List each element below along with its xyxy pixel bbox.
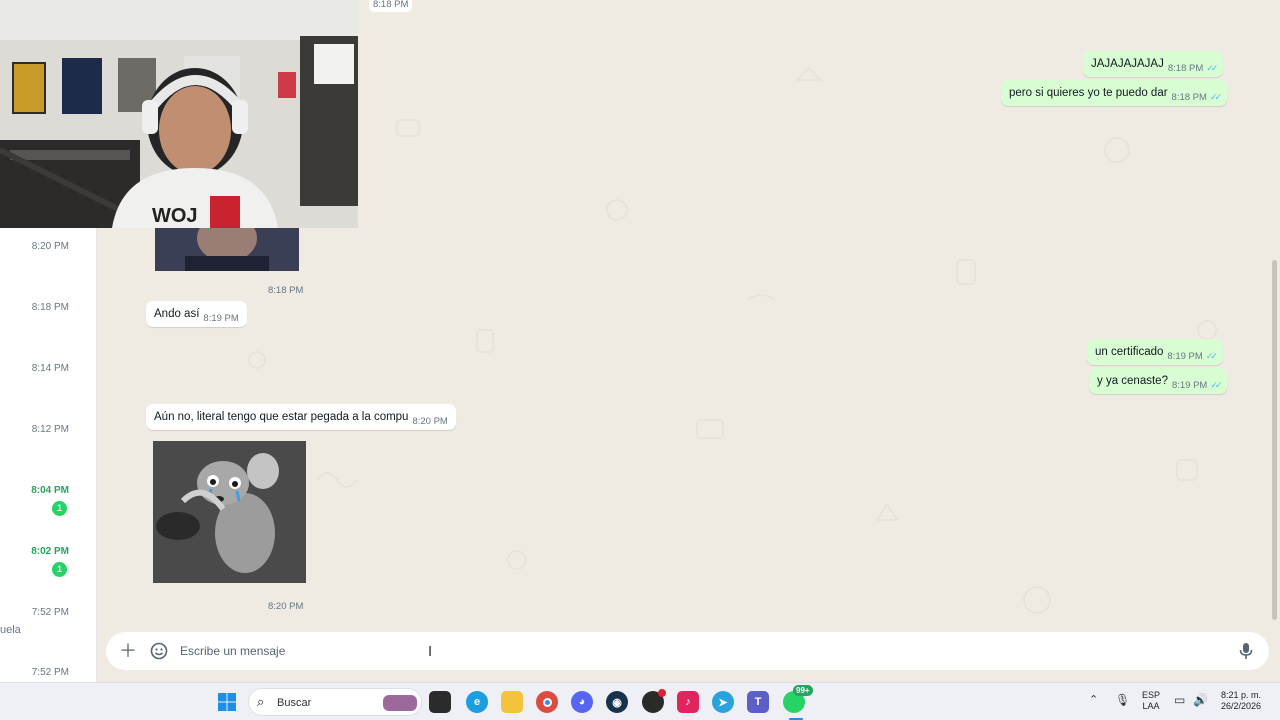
- search-icon: ⌕: [257, 694, 265, 709]
- chat-list-item[interactable]: 8:12 PM: [0, 411, 97, 472]
- task-view-icon[interactable]: [429, 691, 451, 713]
- chat-list-item[interactable]: 8:02 PM 1: [0, 533, 97, 594]
- message-time: 8:18 PM: [369, 0, 413, 12]
- message-time: 8:20 PM: [412, 416, 448, 427]
- chat-time: 7:52 PM: [31, 667, 69, 678]
- message-text: pero si quieres yo te puedo dar: [1009, 87, 1168, 99]
- message-input[interactable]: Escribe un mensaje: [180, 644, 285, 658]
- clock[interactable]: 8:21 p. m. 26/2/2026: [1212, 690, 1270, 712]
- file-explorer-icon[interactable]: [501, 691, 523, 713]
- volume-icon[interactable]: 🔊: [1193, 693, 1208, 707]
- message-time: 8:19 PM: [1167, 351, 1203, 362]
- whatsapp-icon[interactable]: 99+: [783, 685, 813, 713]
- svg-text:WOJ: WOJ: [152, 205, 198, 227]
- tiktok-icon[interactable]: ♪: [677, 691, 699, 713]
- plus-icon[interactable]: ＋: [119, 640, 137, 662]
- clock-time: 8:21 p. m.: [1220, 690, 1262, 700]
- scrollbar[interactable]: [1272, 260, 1277, 620]
- outgoing-message[interactable]: pero si quieres yo te puedo dar 8:18 PM ✓✓: [1001, 80, 1228, 106]
- search-label: Buscar: [277, 697, 312, 709]
- message-composer: ＋ Escribe un mensaje I: [106, 632, 1269, 670]
- message-text: JAJAJAJAJAJ: [1091, 58, 1164, 70]
- message-time: 8:18 PM: [1171, 92, 1207, 103]
- message-time: 8:19 PM: [1171, 380, 1208, 391]
- message-text: Aún no, literal tengo que estar pegada a…: [154, 411, 409, 423]
- chat-time: 8:04 PM: [31, 485, 69, 496]
- app-icon[interactable]: [642, 689, 666, 713]
- message-text: un certificado: [1095, 346, 1164, 358]
- read-ticks-icon: ✓✓: [1205, 351, 1218, 361]
- chat-time: 7:52 PM: [31, 607, 69, 618]
- telegram-icon[interactable]: ➤: [712, 691, 734, 713]
- edge-icon[interactable]: e: [466, 691, 488, 713]
- read-ticks-icon: ✓✓: [1206, 63, 1218, 73]
- outgoing-message[interactable]: JAJAJAJAJAJ 8:18 PM ✓✓: [1083, 51, 1224, 77]
- read-ticks-icon: ✓✓: [1210, 380, 1222, 390]
- chat-list-item[interactable]: 8:04 PM 1: [0, 472, 97, 533]
- chat-time: 8:02 PM: [31, 546, 69, 557]
- taskbar-search[interactable]: ⌕ Buscar: [248, 688, 422, 716]
- message-time: 8:18 PM: [1167, 63, 1204, 74]
- chat-time: 8:14 PM: [31, 363, 69, 374]
- message-text: Ando así: [154, 308, 200, 320]
- clock-date: 26/2/2026: [1220, 701, 1262, 711]
- whatsapp-badge: 99+: [793, 685, 813, 696]
- incoming-message[interactable]: Aún no, literal tengo que estar pegada a…: [146, 404, 456, 430]
- message-time: 8:19 PM: [203, 313, 239, 324]
- keyboard-layout: LAA: [1142, 701, 1160, 711]
- teams-icon[interactable]: T: [747, 691, 769, 713]
- chevron-up-icon[interactable]: ⌃: [1089, 693, 1098, 706]
- steam-icon[interactable]: ◉: [606, 691, 628, 713]
- chat-list-item[interactable]: 7:52 PM: [0, 655, 97, 682]
- windows-taskbar: ⌕ Buscar e ◕ ◉ ♪ ➤ T 99+ ⌃ 🎙 ESP LAA ▭ 🔊…: [0, 682, 1280, 720]
- unread-badge: 1: [52, 501, 67, 516]
- chat-snippet: uela: [0, 624, 21, 636]
- read-ticks-icon: ✓✓: [1209, 92, 1222, 102]
- network-icon[interactable]: ▭: [1174, 693, 1185, 707]
- chat-time: 8:12 PM: [31, 424, 69, 435]
- webcam-overlay-image: WOJ: [0, 0, 358, 228]
- outgoing-message[interactable]: y ya cenaste? 8:19 PM ✓✓: [1089, 368, 1228, 394]
- photo-thumbnail-image: [155, 228, 299, 271]
- crying-mouse-sticker-image: [153, 441, 306, 583]
- sticker-icon[interactable]: [150, 640, 168, 665]
- mic-icon[interactable]: [1239, 640, 1253, 665]
- sticker-message[interactable]: [153, 441, 306, 583]
- chat-time: 8:18 PM: [31, 302, 69, 313]
- chat-time: 8:20 PM: [31, 241, 69, 252]
- message-time: 8:20 PM: [268, 601, 304, 612]
- chrome-icon[interactable]: [536, 691, 558, 713]
- message-time: 8:18 PM: [268, 285, 304, 296]
- windows-start-icon[interactable]: [216, 691, 238, 713]
- language-indicator[interactable]: ESP LAA: [1139, 690, 1163, 712]
- chat-list-item[interactable]: 8:18 PM: [0, 289, 97, 350]
- image-message[interactable]: [155, 228, 299, 271]
- unread-badge: 1: [52, 562, 67, 577]
- incoming-message[interactable]: Ando así 8:19 PM: [146, 301, 247, 327]
- search-highlight-icon: [383, 695, 417, 711]
- outgoing-message[interactable]: un certificado 8:19 PM ✓✓: [1087, 339, 1223, 365]
- mic-tray-icon[interactable]: 🎙: [1115, 693, 1130, 707]
- chat-list-item[interactable]: 8:20 PM: [0, 228, 97, 289]
- text-cursor-icon: I: [428, 643, 433, 660]
- chat-list-item[interactable]: 8:14 PM: [0, 350, 97, 411]
- chat-list-item[interactable]: 7:52 PM uela: [0, 594, 97, 655]
- language-code: ESP: [1141, 690, 1160, 700]
- message-text: y ya cenaste?: [1097, 375, 1168, 387]
- discord-icon[interactable]: ◕: [571, 691, 593, 713]
